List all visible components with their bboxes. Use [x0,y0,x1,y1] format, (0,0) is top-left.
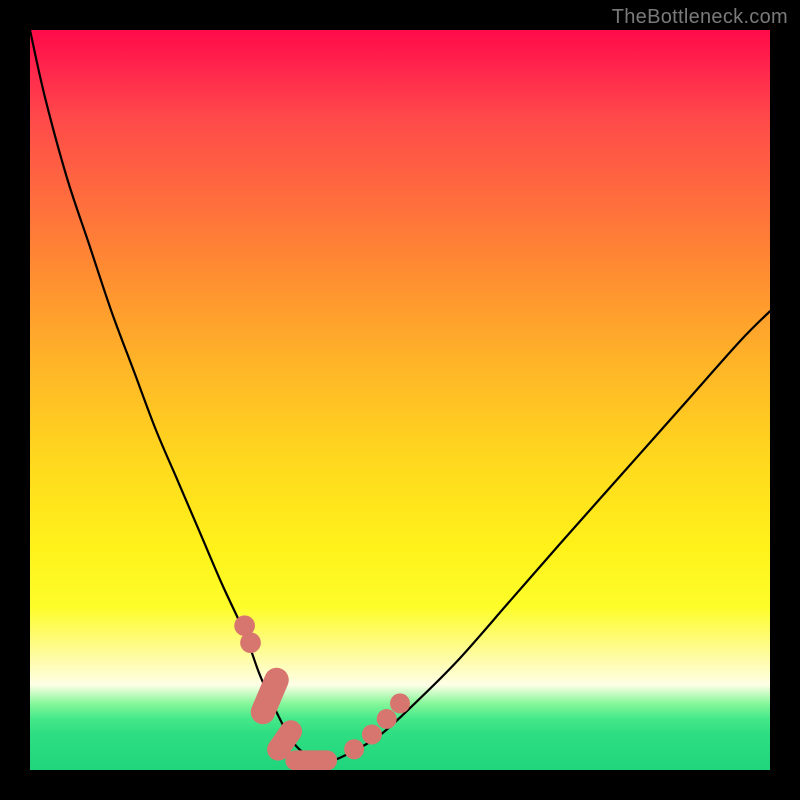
marker-segment [247,664,293,728]
bottleneck-curve [30,30,770,761]
marker-dot [362,724,382,744]
marker-dot [240,632,261,653]
chart-stage: TheBottleneck.com [0,0,800,800]
marker-dot [390,693,410,713]
curve-layer [30,30,770,770]
marker-dot [344,739,364,759]
watermark-text: TheBottleneck.com [612,6,788,29]
curve-markers [234,615,410,770]
plot-area [30,30,770,770]
marker-segment [285,750,337,770]
marker-dot [377,709,397,729]
